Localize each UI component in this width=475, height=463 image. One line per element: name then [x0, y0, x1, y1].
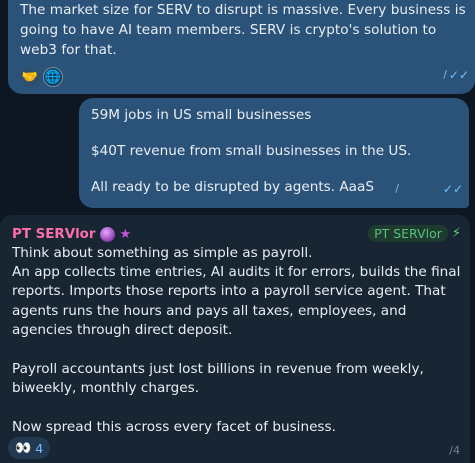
badge-label: PT SERVlor: [368, 225, 448, 242]
admin-badge: PT SERVlor ⚡: [368, 225, 461, 242]
read-receipt-icon: ✓✓: [448, 68, 469, 82]
message-bubble-incoming[interactable]: PT SERVlor ★ PT SERVlor ⚡ Think about so…: [0, 215, 470, 463]
crystal-ball-icon: [100, 226, 116, 242]
message-time: /: [443, 68, 447, 81]
reactions-row: 🤝 🌐: [20, 67, 475, 87]
eyes-icon: 👀: [15, 440, 32, 456]
reaction-count: 4: [35, 440, 44, 456]
read-receipt-icon: ✓✓: [442, 182, 463, 196]
message-bubble-outgoing-1[interactable]: The market size for SERV to disrupt is m…: [8, 0, 475, 94]
message-time: /4: [449, 444, 460, 457]
handshake-reaction[interactable]: 🤝: [20, 67, 40, 87]
lightning-icon: ⚡: [451, 226, 461, 241]
message-text: The market size for SERV to disrupt is m…: [20, 2, 466, 58]
message-paragraph: Now spread this across every facet of bu…: [12, 419, 336, 436]
message-paragraph: Think about something as simple as payro…: [12, 245, 461, 338]
message-line: All ready to be disrupted by agents. Aaa…: [91, 179, 374, 195]
message-line: $40T revenue from small businesses in th…: [91, 143, 412, 159]
message-line: 59M jobs in US small businesses: [91, 107, 312, 123]
sender-name[interactable]: PT SERVlor: [12, 227, 95, 242]
message-paragraph: Payroll accountants just lost billions i…: [12, 361, 424, 397]
message-bubble-outgoing-2[interactable]: 59M jobs in US small businesses $40T rev…: [79, 98, 469, 208]
eyes-reaction[interactable]: 👀 4: [8, 437, 51, 459]
message-time: /: [395, 182, 399, 195]
star-icon: ★: [119, 226, 132, 242]
globe-avatar-reaction[interactable]: 🌐: [43, 67, 63, 87]
